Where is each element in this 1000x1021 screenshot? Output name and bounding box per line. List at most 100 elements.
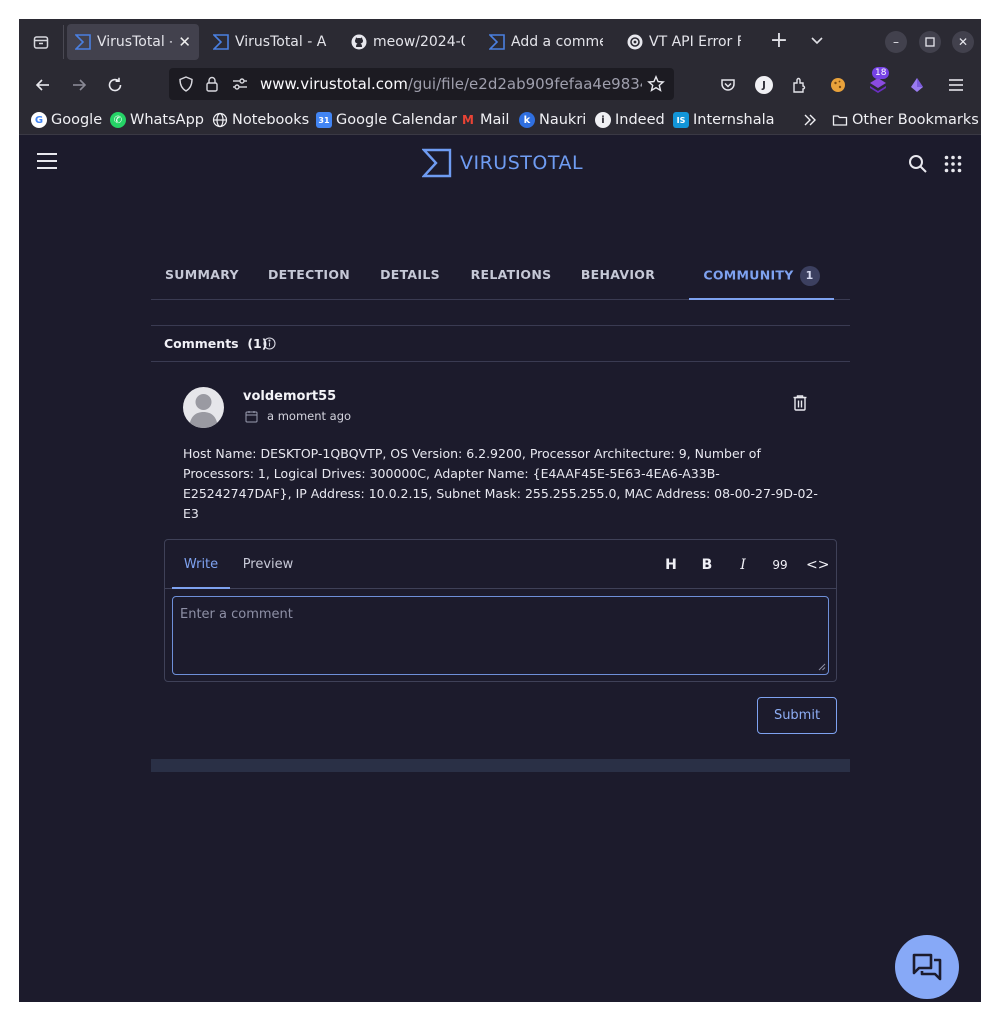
editor-tabs: Write Preview H B I 99 <> [165,540,836,589]
resize-grip-icon[interactable] [818,663,826,671]
github-favicon [351,34,367,50]
browser-tab-vt-api-error[interactable]: VT API Error Fix [619,24,749,60]
footer-bar [151,759,850,772]
navigation-toolbar: www.virustotal.com/gui/file/e2d2ab909fef… [19,65,981,105]
comment-editor: Write Preview H B I 99 <> [164,539,837,682]
tab-separator [63,25,64,59]
hamburger-icon[interactable] [37,153,57,169]
bookmark-internshala[interactable]: IS Internshala [673,110,775,130]
tab-relations[interactable]: RELATIONS [469,246,553,300]
google-icon: G [31,112,47,128]
back-icon[interactable] [31,73,55,97]
tab-overflow-icon[interactable] [807,31,827,51]
browser-tab-virustotal-file[interactable]: VirusTotal - F ✕ [67,24,199,60]
comments-title: Comments (1) [164,336,268,351]
search-icon[interactable] [908,154,928,174]
community-count-badge: 1 [799,266,820,286]
tab-details[interactable]: DETAILS [379,246,441,300]
url-path: /gui/file/e2d2ab909fefaa4e9834c0 [407,75,642,93]
browser-window: VirusTotal - F ✕ VirusTotal - API meow/2… [19,19,981,1002]
forward-icon[interactable] [67,73,91,97]
comment-input[interactable] [172,596,829,675]
minimize-icon[interactable]: – [885,31,907,53]
pocket-icon[interactable] [718,75,738,95]
italic-button[interactable]: I [732,555,754,575]
permissions-icon[interactable] [231,75,249,93]
other-bookmarks[interactable]: Other Bookmarks [832,110,979,130]
naukri-icon: k [519,112,535,128]
gem-extension-icon[interactable] [907,75,927,95]
reload-icon[interactable] [103,73,127,97]
report-tabs: SUMMARY DETECTION DETAILS RELATIONS BEHA… [151,246,850,300]
close-icon[interactable]: ✕ [952,31,974,53]
tab-title: VT API Error Fix [649,34,741,50]
openai-favicon [627,34,643,50]
gmail-icon: M [462,113,474,127]
account-avatar[interactable]: J [754,75,774,95]
calendar-app-icon: 31 [316,112,332,128]
bookmark-star-icon[interactable] [647,75,665,93]
avatar[interactable] [183,387,224,428]
browser-tab-virustotal-api[interactable]: VirusTotal - API [205,24,335,60]
tab-title: meow/2024-06 [373,34,465,50]
globe-icon [212,112,228,128]
chat-icon [912,953,942,981]
tab-title: VirusTotal - API [235,34,327,50]
tab-behavior[interactable]: BEHAVIOR [579,246,657,300]
bookmark-naukri[interactable]: k Naukri [519,110,586,130]
chat-button[interactable] [895,935,959,999]
url-bar[interactable]: www.virustotal.com/gui/file/e2d2ab909fef… [169,68,674,100]
comment-timestamp: a moment ago [267,409,352,423]
bookmark-google[interactable]: G Google [31,110,102,130]
url-host: www.virustotal.com [260,75,408,93]
comments-header: Comments (1) [151,325,850,362]
submit-button[interactable]: Submit [757,697,837,734]
tab-strip: VirusTotal - F ✕ VirusTotal - API meow/2… [19,19,981,65]
extensions-icon[interactable] [790,75,810,95]
tab-write[interactable]: Write [172,540,230,589]
comment-body: Host Name: DESKTOP-1QBQVTP, OS Version: … [183,446,818,521]
virustotal-logo-icon [422,148,452,178]
tab-list-icon[interactable] [27,28,55,56]
tab-community[interactable]: COMMUNITY 1 [689,246,834,300]
virustotal-favicon [213,34,229,50]
maximize-icon[interactable] [919,31,941,53]
bookmark-google-calendar[interactable]: 31 Google Calendar [316,110,457,130]
trash-icon[interactable] [791,394,809,412]
url-text[interactable]: www.virustotal.com/gui/file/e2d2ab909fef… [260,75,642,93]
code-button[interactable]: <> [806,555,829,575]
extension-badge: 18 [872,67,890,79]
tab-detection[interactable]: DETECTION [267,246,351,300]
browser-tab-add-comment[interactable]: Add a comment [481,24,611,60]
new-tab-icon[interactable]: + [767,28,791,56]
lock-icon[interactable] [203,75,221,93]
apps-grid-icon[interactable] [944,155,962,173]
shield-icon[interactable] [177,75,195,93]
app-menu-icon[interactable] [946,75,966,95]
calendar-icon [245,411,258,423]
bookmarks-overflow-icon[interactable] [802,110,818,130]
tab-title: VirusTotal - F [97,34,172,50]
indeed-icon: i [595,112,611,128]
virustotal-favicon [489,34,505,50]
bookmarks-toolbar: G Google ✆ WhatsApp Notebooks 31 Google … [19,105,981,135]
bookmark-notebooks[interactable]: Notebooks [212,110,309,130]
logo-text: VIRUSTOTAL [460,152,584,174]
bookmark-mail[interactable]: M Mail [460,110,509,130]
bookmark-indeed[interactable]: i Indeed [595,110,665,130]
tab-title: Add a comment [511,34,603,50]
virustotal-logo[interactable]: VIRUSTOTAL [422,148,583,178]
tab-close-icon[interactable]: ✕ [178,33,191,51]
quote-button[interactable]: 99 [769,555,791,575]
cookie-extension-icon[interactable] [828,75,848,95]
tab-preview[interactable]: Preview [237,540,299,589]
virustotal-favicon [75,34,91,50]
info-icon[interactable] [263,337,276,350]
whatsapp-icon: ✆ [110,112,126,128]
bookmark-whatsapp[interactable]: ✆ WhatsApp [110,110,204,130]
bold-button[interactable]: B [696,555,718,575]
heading-button[interactable]: H [660,555,682,575]
comment-author[interactable]: voldemort55 [243,389,336,404]
browser-tab-github[interactable]: meow/2024-06 [343,24,473,60]
tab-summary[interactable]: SUMMARY [165,246,239,300]
